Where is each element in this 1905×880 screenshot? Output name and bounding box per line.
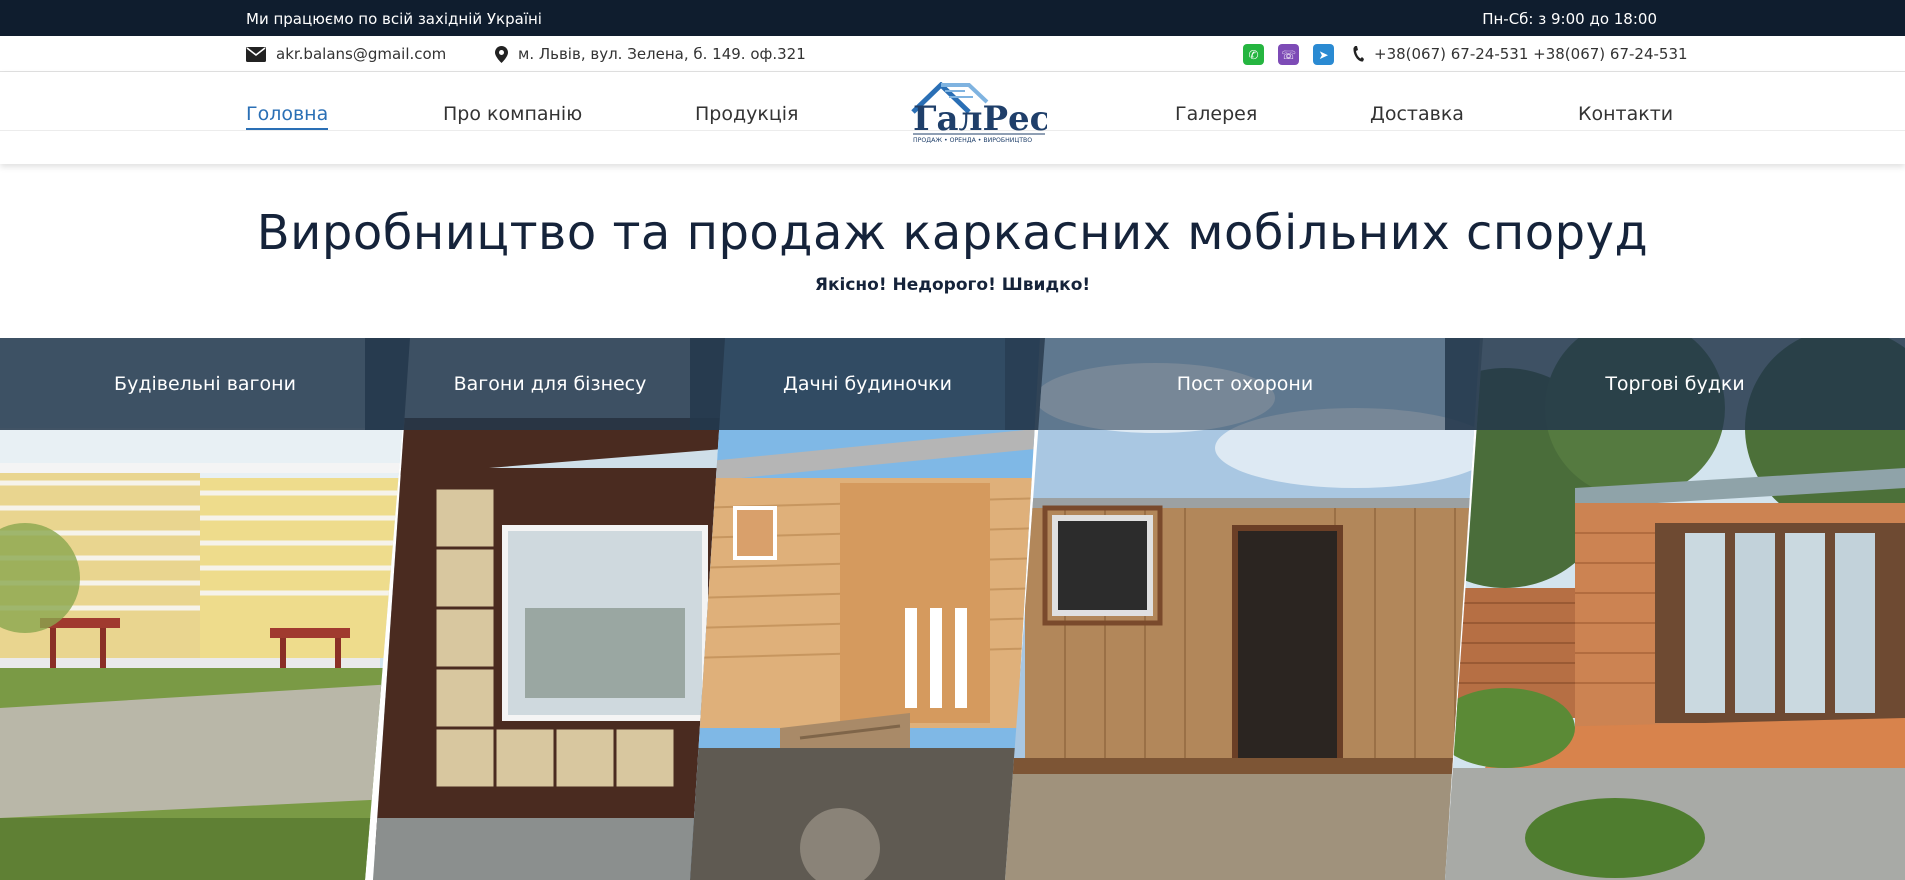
category-label-country-houses[interactable]: Дачні будиночки (690, 338, 1045, 430)
category-label-trade-kiosks[interactable]: Торгові будки (1445, 338, 1905, 430)
messenger-links: ✆ ☏ ➤ (1243, 44, 1334, 65)
main-navigation: Головна Про компанію Продукція ГалРес ПР… (0, 72, 1905, 164)
category-card-construction-wagons[interactable]: Будівельні вагони (0, 338, 410, 880)
map-pin-icon (495, 45, 508, 63)
top-info-bar: Ми працюємо по всій західній Україні Пн-… (0, 0, 1905, 36)
nav-item-products[interactable]: Продукція (695, 103, 798, 125)
address-text: м. Львів, вул. Зелена, б. 149. оф.321 (518, 45, 806, 63)
email-text[interactable]: akr.balans@gmail.com (276, 45, 446, 63)
category-card-business-wagons[interactable]: Вагони для бізнесу (365, 338, 735, 880)
phone-icon (1353, 46, 1364, 62)
email-contact[interactable]: akr.balans@gmail.com (246, 45, 446, 63)
nav-item-about[interactable]: Про компанію (443, 103, 582, 125)
product-category-gallery: Будівельні вагони Вагони для бізнесу Дач… (0, 338, 1905, 880)
page-subtitle: Якісно! Недорого! Швидко! (814, 275, 1091, 295)
whatsapp-icon[interactable]: ✆ (1243, 44, 1264, 65)
phone-contact[interactable]: +38(067) 67-24-531 +38(067) 67-24-531 (1352, 45, 1688, 63)
category-label-security-post[interactable]: Пост охорони (1005, 338, 1485, 430)
logo-graphic: ГалРес ПРОДАЖ • ОРЕНДА • ВИРОБНИЦТВО (911, 81, 1050, 144)
category-card-country-houses[interactable]: Дачні будиночки (690, 338, 1045, 880)
contact-bar: akr.balans@gmail.com м. Львів, вул. Зеле… (0, 36, 1905, 72)
category-card-security-post[interactable]: Пост охорони (1005, 338, 1485, 880)
service-region-text: Ми працюємо по всій західній Україні (246, 10, 542, 28)
category-label-construction-wagons[interactable]: Будівельні вагони (0, 338, 410, 430)
envelope-icon (246, 46, 266, 62)
viber-icon[interactable]: ☏ (1278, 44, 1299, 65)
logo-name-text: ГалРес (913, 99, 1047, 139)
nav-item-home[interactable]: Головна (246, 103, 329, 130)
address-contact: м. Львів, вул. Зелена, б. 149. оф.321 (495, 45, 806, 63)
nav-item-gallery[interactable]: Галерея (1175, 103, 1257, 125)
telegram-icon[interactable]: ➤ (1313, 44, 1334, 65)
logo-tagline-text: ПРОДАЖ • ОРЕНДА • ВИРОБНИЦТВО (913, 137, 1032, 144)
nav-item-delivery[interactable]: Доставка (1370, 103, 1464, 125)
nav-item-contacts[interactable]: Контакти (1578, 103, 1673, 125)
working-hours-text: Пн-Сб: з 9:00 до 18:00 (1482, 10, 1657, 28)
phone-numbers-text[interactable]: +38(067) 67-24-531 +38(067) 67-24-531 (1374, 45, 1688, 63)
site-logo[interactable]: ГалРес ПРОДАЖ • ОРЕНДА • ВИРОБНИЦТВО (911, 81, 1050, 144)
page-title: Виробництво та продаж каркасних мобільни… (256, 205, 1649, 261)
category-label-business-wagons[interactable]: Вагони для бізнесу (365, 338, 735, 430)
category-card-trade-kiosks[interactable]: Торгові будки (1445, 338, 1905, 880)
